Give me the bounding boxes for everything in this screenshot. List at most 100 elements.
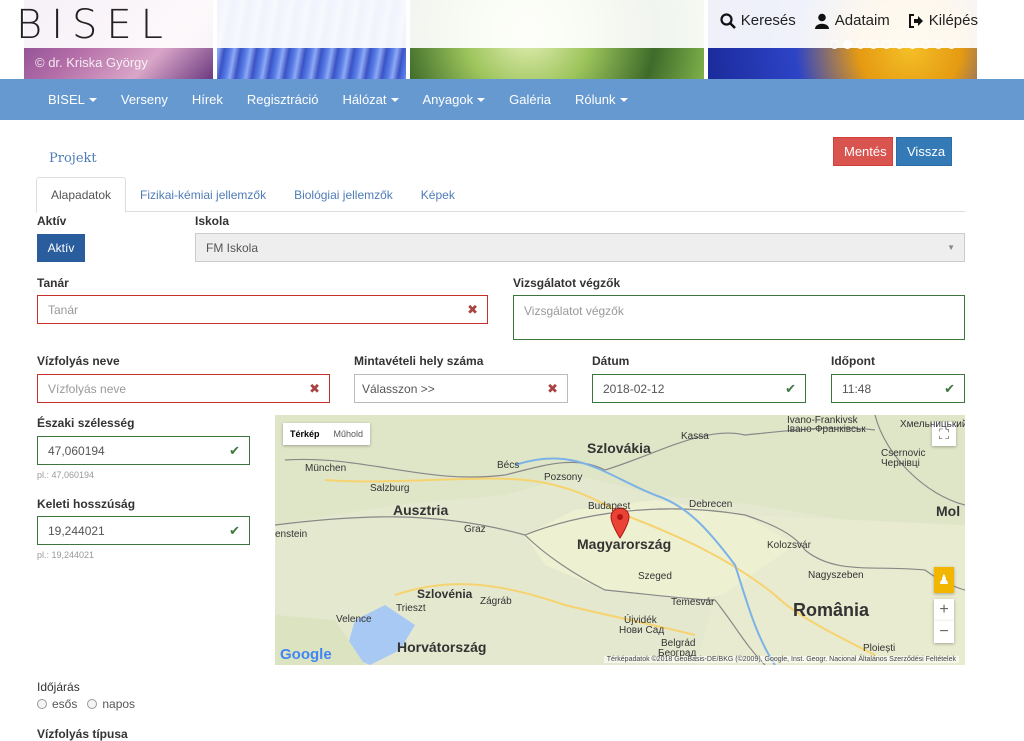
dropdown-arrow-icon: ▼ [947, 243, 955, 252]
zoom-out-button[interactable]: − [934, 621, 954, 643]
map-city-label: Pozsony [544, 472, 583, 483]
map-city-label: Чернівці [881, 458, 920, 469]
eszaki-input[interactable]: 47,060194 ✔ [37, 436, 250, 465]
radio-circle[interactable] [37, 699, 47, 709]
map-city-label: Bécs [497, 460, 520, 471]
nav-item-verseny[interactable]: Verseny [109, 92, 180, 107]
vizsgalat-textarea[interactable]: Vizsgálatot végzők [513, 295, 965, 340]
check-icon: ✔ [944, 381, 955, 396]
caret-down-icon [619, 97, 628, 102]
nav-item-anyagok[interactable]: Anyagok [411, 92, 498, 107]
logout-link[interactable]: Kilépés [908, 12, 978, 29]
vizfolyas-tipusa-label: Vízfolyás típusa [37, 727, 128, 741]
search-link[interactable]: Keresés [720, 12, 796, 29]
profile-link[interactable]: Adataim [814, 12, 890, 29]
vizfolyas-neve-label: Vízfolyás neve [37, 354, 120, 368]
map-city-label: enstein [275, 529, 308, 540]
error-icon: ✖ [467, 302, 478, 317]
radio-napos[interactable]: napos [87, 697, 135, 711]
tab-bar: Alapadatok Fizikai-kémiai jellemzők Biol… [36, 177, 965, 213]
map-city-label: Ploiești [863, 643, 896, 654]
error-icon: ✖ [309, 381, 320, 396]
map-country-label: Mol [936, 503, 961, 519]
main-nav: BISEL Verseny Hírek Regisztráció Hálózat Anya… [0, 79, 1024, 120]
sign-out-icon [908, 13, 923, 28]
location-map[interactable]: Térkép Műhold ⛶ ♟ + − Szlovákia Ausztria… [275, 415, 965, 665]
map-city-label: Debrecen [689, 499, 733, 510]
zoom-in-button[interactable]: + [934, 599, 954, 621]
map-type-satellite[interactable]: Műhold [327, 423, 371, 445]
page-title: Projekt [49, 151, 97, 166]
map-country-label: Horvátország [397, 639, 487, 655]
idopont-input[interactable]: 11:48 ✔ [831, 374, 965, 403]
nav-item-regisztr-ci-[interactable]: Regisztráció [235, 92, 331, 107]
map-city-label: Хмельницький [900, 419, 965, 430]
map-type-control: Térkép Műhold [283, 423, 371, 445]
tanar-label: Tanár [37, 276, 69, 290]
top-links: Keresés Adataim Kilépés [720, 12, 978, 29]
map-type-road[interactable]: Térkép [283, 423, 327, 445]
idojaras-label: Időjárás [37, 680, 80, 694]
nav-item-gal-ria[interactable]: Galéria [497, 92, 563, 107]
save-button[interactable]: Mentés [833, 137, 893, 166]
map-country-label: Ausztria [393, 502, 449, 518]
back-button[interactable]: Vissza [896, 137, 952, 166]
street-view-icon[interactable]: ♟ [934, 567, 954, 593]
iskola-label: Iskola [195, 214, 230, 228]
map-country-label: Szlovénia [417, 587, 473, 601]
tab-kepek[interactable]: Képek [407, 177, 469, 212]
aktiv-toggle-button[interactable]: Aktív [37, 234, 85, 262]
keleti-hint: pl.: 19,244021 [37, 550, 95, 560]
check-icon: ✔ [785, 381, 796, 396]
mintaveteli-select[interactable]: Válasszon >> ✖ [354, 374, 568, 403]
tanar-input[interactable]: Tanár ✖ [37, 295, 488, 324]
map-city-label: Kolozsvár [767, 540, 811, 551]
vizsgalat-label: Vizsgálatot végzők [513, 276, 621, 290]
eszaki-label: Északi szélesség [37, 416, 135, 430]
datum-input[interactable]: 2018-02-12 ✔ [592, 374, 806, 403]
iskola-select[interactable]: FM Iskola ▼ [195, 233, 965, 262]
map-city-label: Zágráb [480, 596, 512, 607]
map-attribution[interactable]: Térképadatok ©2018 GeoBasis-DE/BKG (©200… [603, 656, 959, 663]
nav-item-bisel[interactable]: BISEL [36, 92, 109, 107]
map-city-label: Nagyszeben [808, 570, 864, 581]
caret-down-icon [477, 97, 486, 102]
map-city-label: Velence [336, 614, 372, 625]
nav-item-h-l-zat[interactable]: Hálózat [330, 92, 410, 107]
tab-alapadatok[interactable]: Alapadatok [36, 177, 127, 213]
map-city-label: Szeged [638, 571, 672, 582]
tab-biologiai[interactable]: Biológiai jellemzők [280, 177, 407, 212]
aktiv-label: Aktív [37, 214, 67, 228]
caret-down-icon [390, 97, 399, 102]
idopont-label: Időpont [831, 354, 875, 368]
nav-item-h-rek[interactable]: Hírek [180, 92, 235, 107]
map-city-label: Salzburg [370, 483, 410, 494]
keleti-label: Keleti hosszúság [37, 497, 136, 511]
site-logo[interactable]: BISEL [16, 2, 172, 48]
error-icon: ✖ [547, 381, 558, 396]
copyright-text: © dr. Kriska György [35, 55, 148, 70]
caret-down-icon [88, 97, 97, 102]
map-city-label: Trieszt [396, 603, 426, 614]
nav-item-r-lunk[interactable]: Rólunk [563, 92, 639, 107]
map-city-label: Нови Сад [619, 625, 665, 636]
map-city-label: Temesvár [671, 597, 715, 608]
check-icon: ✔ [229, 443, 240, 458]
tab-fizikai-kemiai[interactable]: Fizikai-kémiai jellemzők [126, 177, 280, 212]
google-logo: Google [280, 646, 332, 663]
radio-esos[interactable]: esős [37, 697, 77, 711]
map-city-label: Budapest [588, 501, 631, 512]
idojaras-radio-group: esős napos [37, 697, 135, 711]
map-country-label: Szlovákia [587, 440, 651, 456]
map-city-label: Kassa [681, 431, 709, 442]
map-city-label: Graz [464, 524, 486, 535]
vizfolyas-neve-input[interactable]: Vízfolyás neve ✖ [37, 374, 330, 403]
map-city-label: München [305, 463, 347, 474]
carousel-dots[interactable] [830, 40, 956, 49]
map-city-label: Івано-Франківськ [787, 424, 866, 435]
radio-circle[interactable] [87, 699, 98, 709]
search-icon [720, 12, 736, 29]
header-banner: BISEL © dr. Kriska György Keresés Adatai… [0, 0, 1024, 79]
keleti-input[interactable]: 19,244021 ✔ [37, 516, 250, 545]
user-icon [814, 13, 829, 29]
